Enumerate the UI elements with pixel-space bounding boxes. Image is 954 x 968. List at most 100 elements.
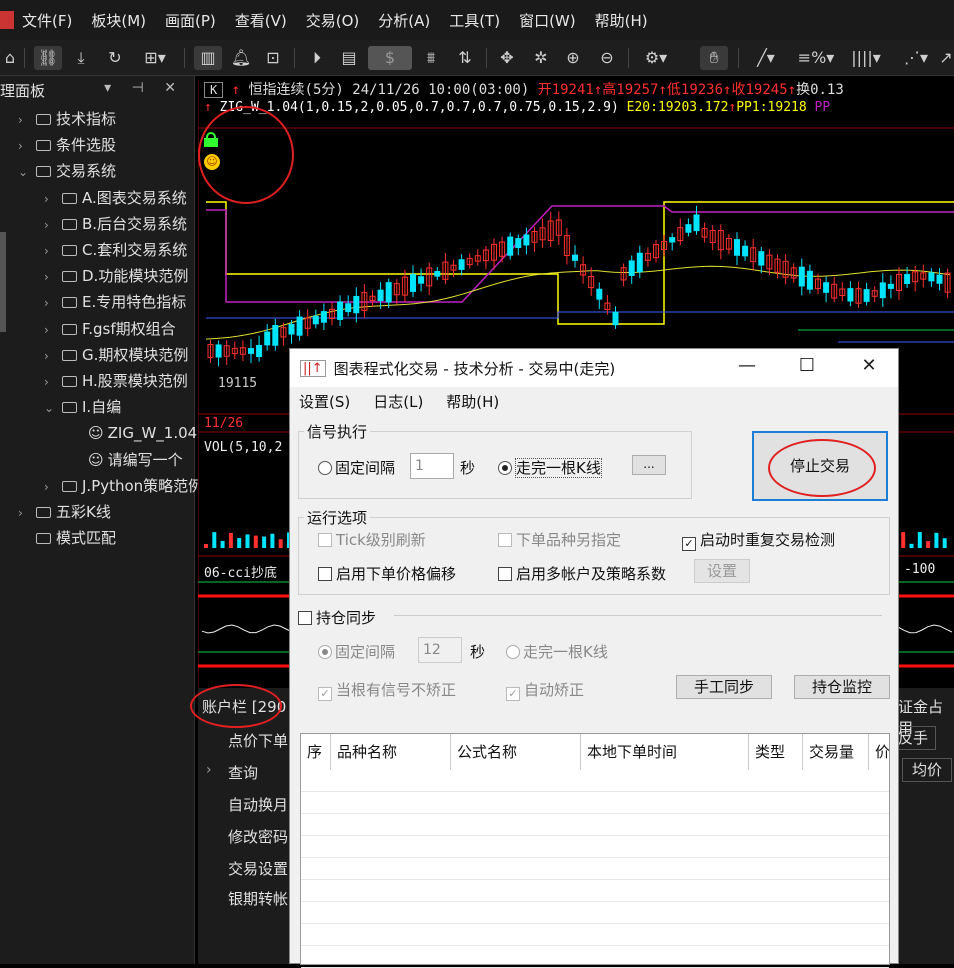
tree-item[interactable]: ⌄ 交易系统 (18, 158, 116, 184)
minimize-icon[interactable]: — (732, 355, 762, 376)
sort-icon[interactable]: ⇅ (454, 46, 476, 70)
position-sync-checkbox[interactable]: 持仓同步 (298, 607, 376, 628)
restart-check-checkbox[interactable]: ✓ 启动时重复交易检测 (682, 529, 835, 551)
account-item-change-password[interactable]: 修改密码 (228, 826, 288, 847)
account-item-trade-settings[interactable]: 交易设置 (228, 858, 288, 879)
chevron-down-icon[interactable]: ⌄ (18, 159, 36, 185)
chevron-right-icon[interactable]: › (18, 107, 36, 133)
tree-item[interactable]: › G.期权模块范例 (44, 342, 188, 368)
col-price[interactable]: 价 (869, 734, 891, 770)
sync-interval-input[interactable]: 12 (418, 637, 462, 663)
chevron-right-icon[interactable]: › (18, 500, 36, 526)
menu-window[interactable]: 窗口(W) (519, 10, 576, 31)
chevron-right-icon[interactable]: › (206, 762, 212, 778)
bars-icon[interactable]: ||||▾ (846, 46, 886, 70)
settings-button[interactable]: 设置 (694, 559, 750, 583)
tree-item[interactable]: › 技术指标 (18, 106, 116, 132)
account-item-quick-order[interactable]: 点价下单 (228, 730, 288, 751)
position-monitor-button[interactable]: 持仓监控 (794, 675, 890, 699)
tree-item[interactable]: ☺ ZIG_W_1.04 (70, 420, 197, 446)
tree-item[interactable]: › D.功能模块范例 (44, 263, 188, 289)
refresh-icon[interactable]: ↻ (104, 46, 126, 70)
tree-item[interactable]: › B.后台交易系统 (44, 211, 187, 237)
chevron-right-icon[interactable]: › (44, 369, 62, 395)
dollar-icon[interactable]: $ (368, 46, 412, 70)
chevron-right-icon[interactable]: › (44, 290, 62, 316)
zoom-in-icon[interactable]: ⊕ (562, 46, 584, 70)
more-options-button[interactable]: ... (632, 455, 666, 475)
interval-input[interactable]: 1 (410, 453, 454, 479)
col-volume[interactable]: 交易量 (803, 734, 869, 770)
link-icon[interactable]: ⛓ (34, 46, 62, 70)
home-icon[interactable]: ⌂ (2, 46, 18, 70)
tree-item[interactable]: › H.股票模块范例 (44, 368, 188, 394)
menu-view[interactable]: 查看(V) (235, 10, 287, 31)
chevron-down-icon[interactable]: ⌄ (44, 395, 62, 421)
menu-sector[interactable]: 板块(M) (91, 10, 146, 31)
col-product[interactable]: 品种名称 (331, 734, 451, 770)
chevron-right-icon[interactable]: › (44, 238, 62, 264)
filter-icon[interactable]: ⩩ (420, 46, 442, 70)
order-table[interactable]: 序 品种名称 公式名称 本地下单时间 类型 交易量 价 (300, 733, 891, 968)
table-row[interactable] (301, 946, 889, 968)
hand-icon[interactable]: ✋︎ (700, 46, 728, 70)
dialog-menu-log[interactable]: 日志(L) (373, 391, 423, 412)
col-order-time[interactable]: 本地下单时间 (581, 734, 749, 770)
table-row[interactable] (301, 880, 889, 902)
bar-complete-radio[interactable]: 走完一根K线 (498, 457, 602, 478)
dialog-menu-settings[interactable]: 设置(S) (299, 391, 350, 412)
chart-icon[interactable]: ⊡ (262, 46, 284, 70)
account-item-auto-rollover[interactable]: 自动换月 (228, 794, 288, 815)
chevron-right-icon[interactable]: › (44, 474, 62, 500)
tree-item[interactable]: › J.Python策略范例 (44, 473, 203, 499)
settings-icon[interactable]: ⚙▾ (638, 46, 674, 70)
menu-tools[interactable]: 工具(T) (449, 10, 500, 31)
table-row[interactable] (301, 770, 889, 792)
fixed-interval-radio[interactable]: 固定间隔 (318, 457, 395, 478)
menu-file[interactable]: 文件(F) (22, 10, 72, 31)
trend-icon[interactable]: ↗ (938, 46, 954, 70)
percent-icon[interactable]: ≡%▾ (796, 46, 836, 70)
menu-help[interactable]: 帮助(H) (595, 10, 648, 31)
panel-controls[interactable]: ▾ ⊣ ✕ (104, 80, 184, 96)
manual-sync-button[interactable]: 手工同步 (676, 675, 772, 699)
menu-view-page[interactable]: 画面(P) (165, 10, 216, 31)
tree-item[interactable]: › 条件选股 (18, 132, 116, 158)
crosshair-icon[interactable]: ✲ (530, 46, 552, 70)
sync-bar-radio[interactable]: 走完一根K线 (506, 641, 608, 662)
table-row[interactable] (301, 792, 889, 814)
tree-item[interactable]: › 五彩K线 (18, 499, 111, 525)
chevron-right-icon[interactable]: › (44, 264, 62, 290)
tree-item[interactable]: › F.gsf期权组合 (44, 316, 176, 342)
tick-refresh-checkbox[interactable]: Tick级别刷新 (318, 529, 426, 550)
maximize-icon[interactable]: ☐ (792, 355, 822, 376)
move-icon[interactable]: ✥ (496, 46, 518, 70)
close-icon[interactable]: ✕ (854, 355, 884, 376)
col-type[interactable]: 类型 (749, 734, 803, 770)
menu-trade[interactable]: 交易(O) (306, 10, 360, 31)
chevron-right-icon[interactable]: › (44, 186, 62, 212)
left-edge-tab[interactable] (0, 232, 6, 332)
download-icon[interactable]: ⤓ (70, 46, 92, 70)
bell-icon[interactable]: 🔔︎ (230, 46, 252, 70)
document-icon[interactable]: ▤ (338, 46, 360, 70)
table-row[interactable] (301, 902, 889, 924)
multi-account-checkbox[interactable]: 启用多帐户及策略系数 (498, 563, 666, 584)
dialog-menu-help[interactable]: 帮助(H) (446, 391, 499, 412)
account-item-query[interactable]: 查询 (228, 762, 258, 783)
tree-item[interactable]: ⌄ I.自编 (44, 394, 121, 420)
candlestick-icon[interactable]: ▥ (194, 46, 222, 70)
fan-icon[interactable]: ⋰▾ (896, 46, 936, 70)
tree-item[interactable]: 模式匹配 (18, 525, 116, 551)
price-offset-checkbox[interactable]: 启用下单价格偏移 (318, 563, 456, 584)
chevron-right-icon[interactable]: › (44, 212, 62, 238)
chevron-right-icon[interactable]: › (18, 133, 36, 159)
k-badge[interactable]: K (204, 82, 224, 98)
chevron-right-icon[interactable]: › (44, 317, 62, 343)
table-row[interactable] (301, 814, 889, 836)
tree-item[interactable]: › A.图表交易系统 (44, 185, 187, 211)
col-index[interactable]: 序 (301, 734, 331, 770)
play-icon[interactable]: ⏵ (306, 46, 328, 70)
table-row[interactable] (301, 836, 889, 858)
chevron-right-icon[interactable]: › (44, 343, 62, 369)
